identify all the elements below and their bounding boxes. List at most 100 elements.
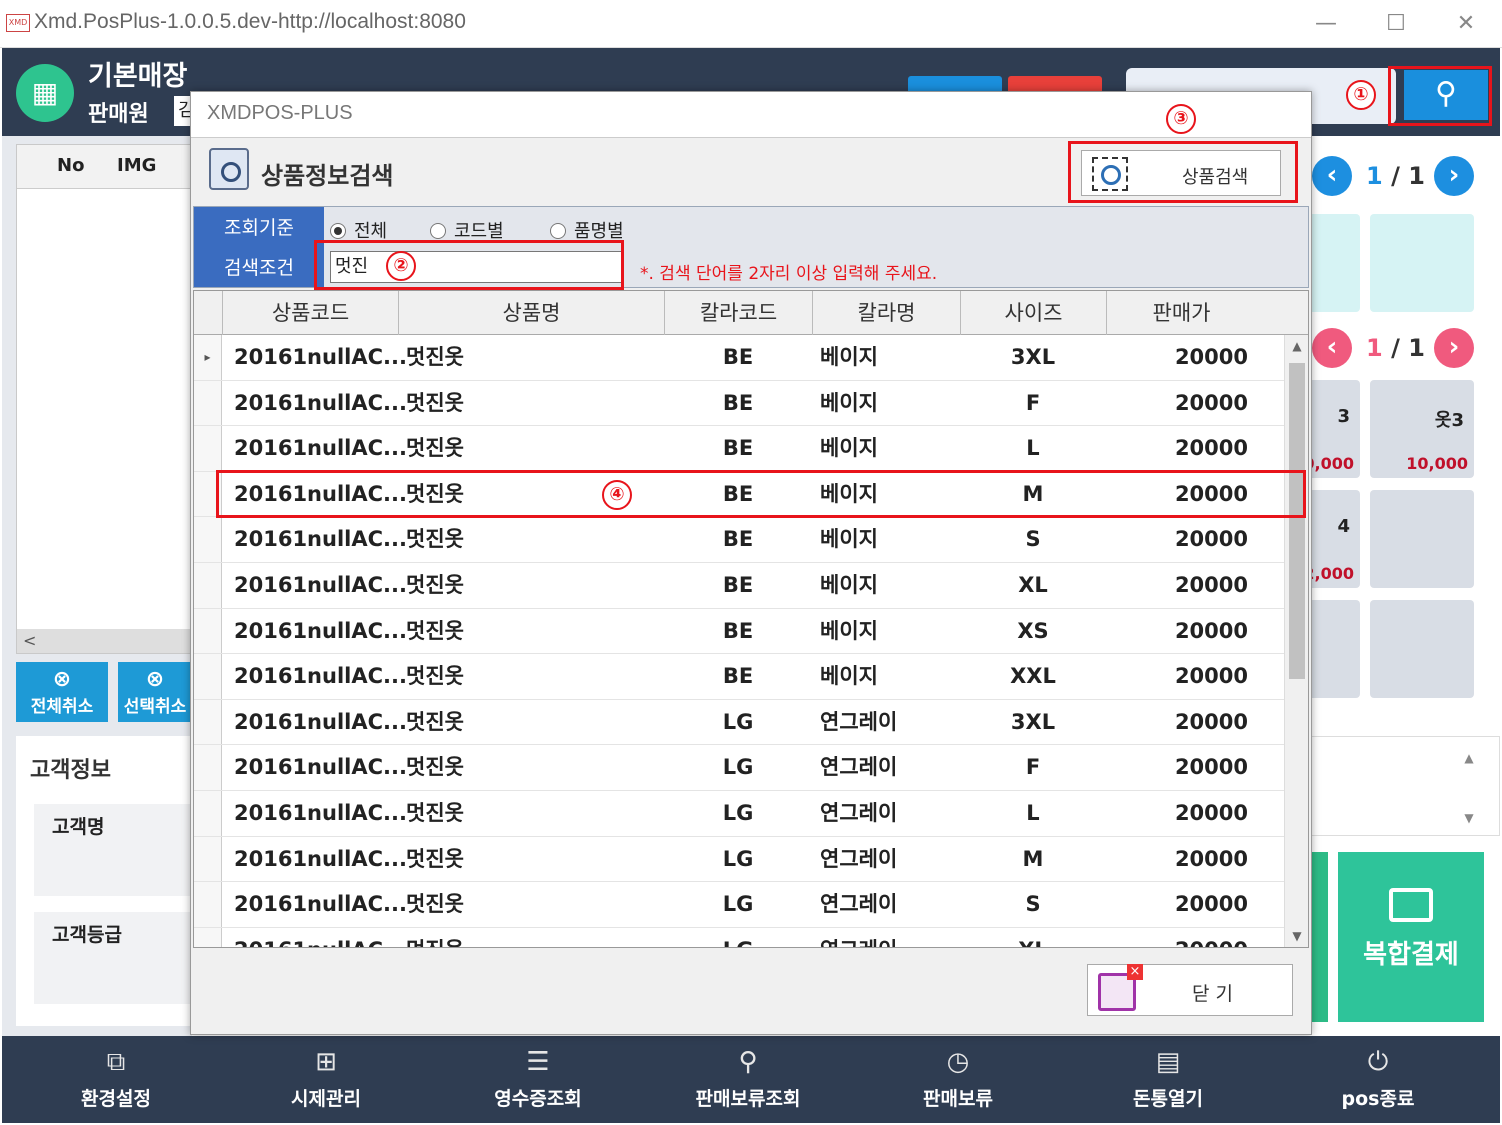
keyword-hint: *. 검색 단어를 2자리 이상 입력해 주세요.	[640, 264, 938, 284]
nav-hold[interactable]: ◷ 판매보류	[858, 1036, 1058, 1123]
row-header[interactable]	[194, 380, 222, 426]
nav-label: 돈통열기	[1133, 1088, 1203, 1110]
cell-color-name: 베이지	[820, 664, 878, 689]
combined-payment-button[interactable]: 복합결제	[1338, 852, 1484, 1022]
cell-product-code: 20161nullAC...	[234, 527, 407, 552]
search-document-icon	[209, 148, 249, 190]
nav-pos-exit[interactable]: ⏻ pos종료	[1278, 1036, 1478, 1123]
row-header[interactable]	[194, 836, 222, 882]
row-header[interactable]: ▸	[194, 335, 222, 380]
nav-open-drawer[interactable]: ▤ 돈통열기	[1068, 1036, 1268, 1123]
table-row[interactable]: 20161nullAC... 멋진옷 BE 베이지 L 20000	[194, 426, 1284, 472]
customer-name-box[interactable]: 고객명	[34, 804, 192, 896]
table-row[interactable]: 20161nullAC... 멋진옷 LG 연그레이 L 20000	[194, 791, 1284, 837]
copy-icon: ⧉	[106, 1047, 126, 1077]
col-size[interactable]: 사이즈	[960, 291, 1106, 335]
cancel-all-button[interactable]: ⊗ 전체취소	[16, 662, 108, 722]
product-grid[interactable]: 상품코드 상품명 칼라코드 칼라명 사이즈 판매가 ▸ 20161nullAC..…	[193, 290, 1309, 948]
nav-hold-search[interactable]: ⚲ 판매보류조회	[648, 1036, 848, 1123]
horizontal-scrollbar[interactable]: <	[17, 629, 193, 653]
table-row[interactable]: 20161nullAC... 멋진옷 BE 베이지 S 20000	[194, 517, 1284, 563]
window-title: Xmd.PosPlus-1.0.0.5.dev-http://localhost…	[34, 10, 466, 33]
cancel-selected-label: 선택취소	[123, 697, 187, 717]
row-header[interactable]	[194, 563, 222, 608]
scroll-down-icon[interactable]: ▼	[1285, 929, 1308, 943]
col-price[interactable]: 판매가	[1106, 291, 1256, 335]
product-tile[interactable]	[1370, 600, 1474, 698]
close-dialog-label: 닫 기	[1192, 983, 1233, 1005]
next-page-button[interactable]: ›	[1434, 156, 1474, 196]
product-tile[interactable]	[1370, 490, 1474, 588]
row-header[interactable]	[194, 791, 222, 836]
row-header[interactable]	[194, 699, 222, 745]
row-header[interactable]	[194, 426, 222, 471]
save-close-icon	[1098, 964, 1143, 1011]
col-product-name[interactable]: 상품명	[398, 291, 664, 335]
category-tile[interactable]	[1370, 214, 1474, 312]
close-window-button[interactable]: ✕	[1446, 8, 1486, 40]
cell-product-name: 멋진옷	[406, 892, 464, 917]
product-pager: ‹ 1 / 1 ›	[1310, 322, 1500, 372]
scroll-up-icon[interactable]: ▲	[1459, 751, 1479, 769]
table-row[interactable]: 20161nullAC... 멋진옷 BE 베이지 XL 20000	[194, 563, 1284, 609]
table-row[interactable]: 20161nullAC... 멋진옷 BE 베이지 XS 20000	[194, 608, 1284, 655]
row-header[interactable]	[194, 608, 222, 654]
cell-price: 20000	[1174, 618, 1248, 643]
cell-price: 20000	[1174, 573, 1248, 597]
grid-header: 상품코드 상품명 칼라코드 칼라명 사이즈 판매가	[194, 291, 1308, 335]
product-tile-name: 4	[1337, 516, 1350, 537]
cell-color-name: 베이지	[820, 618, 878, 643]
scroll-down-icon[interactable]: ▼	[1459, 811, 1479, 829]
table-row[interactable]: 20161nullAC...멋진옷 LG 연그레이 XL20000	[194, 927, 1284, 947]
cell-size: S	[1025, 892, 1041, 917]
next-product-page-button[interactable]: ›	[1434, 328, 1474, 368]
close-dialog-button[interactable]: 닫 기	[1087, 964, 1293, 1016]
table-row[interactable]: 20161nullAC... 멋진옷 BE 베이지 XXL 20000	[194, 654, 1284, 700]
cell-price: 20000	[1174, 709, 1248, 734]
cell-size: M	[1022, 846, 1044, 871]
payment-button[interactable]	[1312, 852, 1328, 1022]
row-header[interactable]	[194, 517, 222, 562]
cell-product-code: 20161nullAC...	[234, 892, 407, 917]
row-header[interactable]	[194, 654, 222, 699]
table-row[interactable]: 20161nullAC... 멋진옷 BE 베이지 F 20000	[194, 380, 1284, 427]
scroll-up-icon[interactable]: ▲	[1285, 339, 1308, 353]
scroll-thumb[interactable]	[1289, 363, 1305, 679]
table-row[interactable]: 20161nullAC... 멋진옷 LG 연그레이 M 20000	[194, 836, 1284, 883]
table-row[interactable]: ▸ 20161nullAC... 멋진옷 BE 베이지 3XL 20000	[194, 335, 1284, 381]
step-marker-3: ③	[1166, 104, 1196, 134]
sale-item-list[interactable]: No IMG <	[16, 144, 193, 654]
vertical-scrollbar[interactable]: ▲ ▼	[1284, 335, 1308, 947]
nav-cash-management[interactable]: ⊞ 시제관리	[226, 1036, 426, 1123]
cell-color-code: BE	[722, 664, 754, 689]
col-product-code[interactable]: 상품코드	[222, 291, 398, 335]
cell-color-code: BE	[722, 618, 754, 643]
nav-settings[interactable]: ⧉ 환경설정	[16, 1036, 216, 1123]
maximize-button[interactable]: ☐	[1376, 8, 1416, 40]
customer-grade-box[interactable]: 고객등급	[34, 912, 192, 1004]
minimize-button[interactable]: —	[1306, 8, 1346, 40]
nav-label: 시제관리	[291, 1088, 361, 1110]
row-header[interactable]	[194, 927, 222, 947]
cancel-selected-button[interactable]: ⊗ 선택취소	[118, 662, 192, 722]
cell-color-name: 베이지	[820, 345, 878, 369]
row-header[interactable]	[194, 745, 222, 790]
product-tile[interactable]: 옷3 10,000	[1370, 380, 1474, 478]
nav-label: 판매보류조회	[695, 1088, 801, 1110]
memo-area[interactable]: ▲ ▼	[1310, 736, 1500, 836]
cell-size: XXL	[1010, 664, 1056, 689]
prev-page-button[interactable]: ‹	[1312, 156, 1352, 196]
highlight-box-4	[216, 470, 1306, 518]
nav-receipt-search[interactable]: ☰ 영수증조회	[438, 1036, 638, 1123]
cell-product-name: 멋진옷	[406, 846, 464, 871]
cell-color-code: LG	[722, 709, 754, 734]
cell-product-code: 20161nullAC...	[234, 664, 407, 689]
col-color-name[interactable]: 칼라명	[812, 291, 960, 335]
table-row[interactable]: 20161nullAC... 멋진옷 LG 연그레이 S 20000	[194, 882, 1284, 928]
table-row[interactable]: 20161nullAC... 멋진옷 LG 연그레이 F 20000	[194, 745, 1284, 791]
row-header[interactable]	[194, 882, 222, 927]
table-row[interactable]: 20161nullAC... 멋진옷 LG 연그레이 3XL 20000	[194, 699, 1284, 746]
col-color-code[interactable]: 칼라코드	[664, 291, 812, 335]
prev-product-page-button[interactable]: ‹	[1312, 328, 1352, 368]
nav-label: 영수증조회	[494, 1088, 582, 1110]
